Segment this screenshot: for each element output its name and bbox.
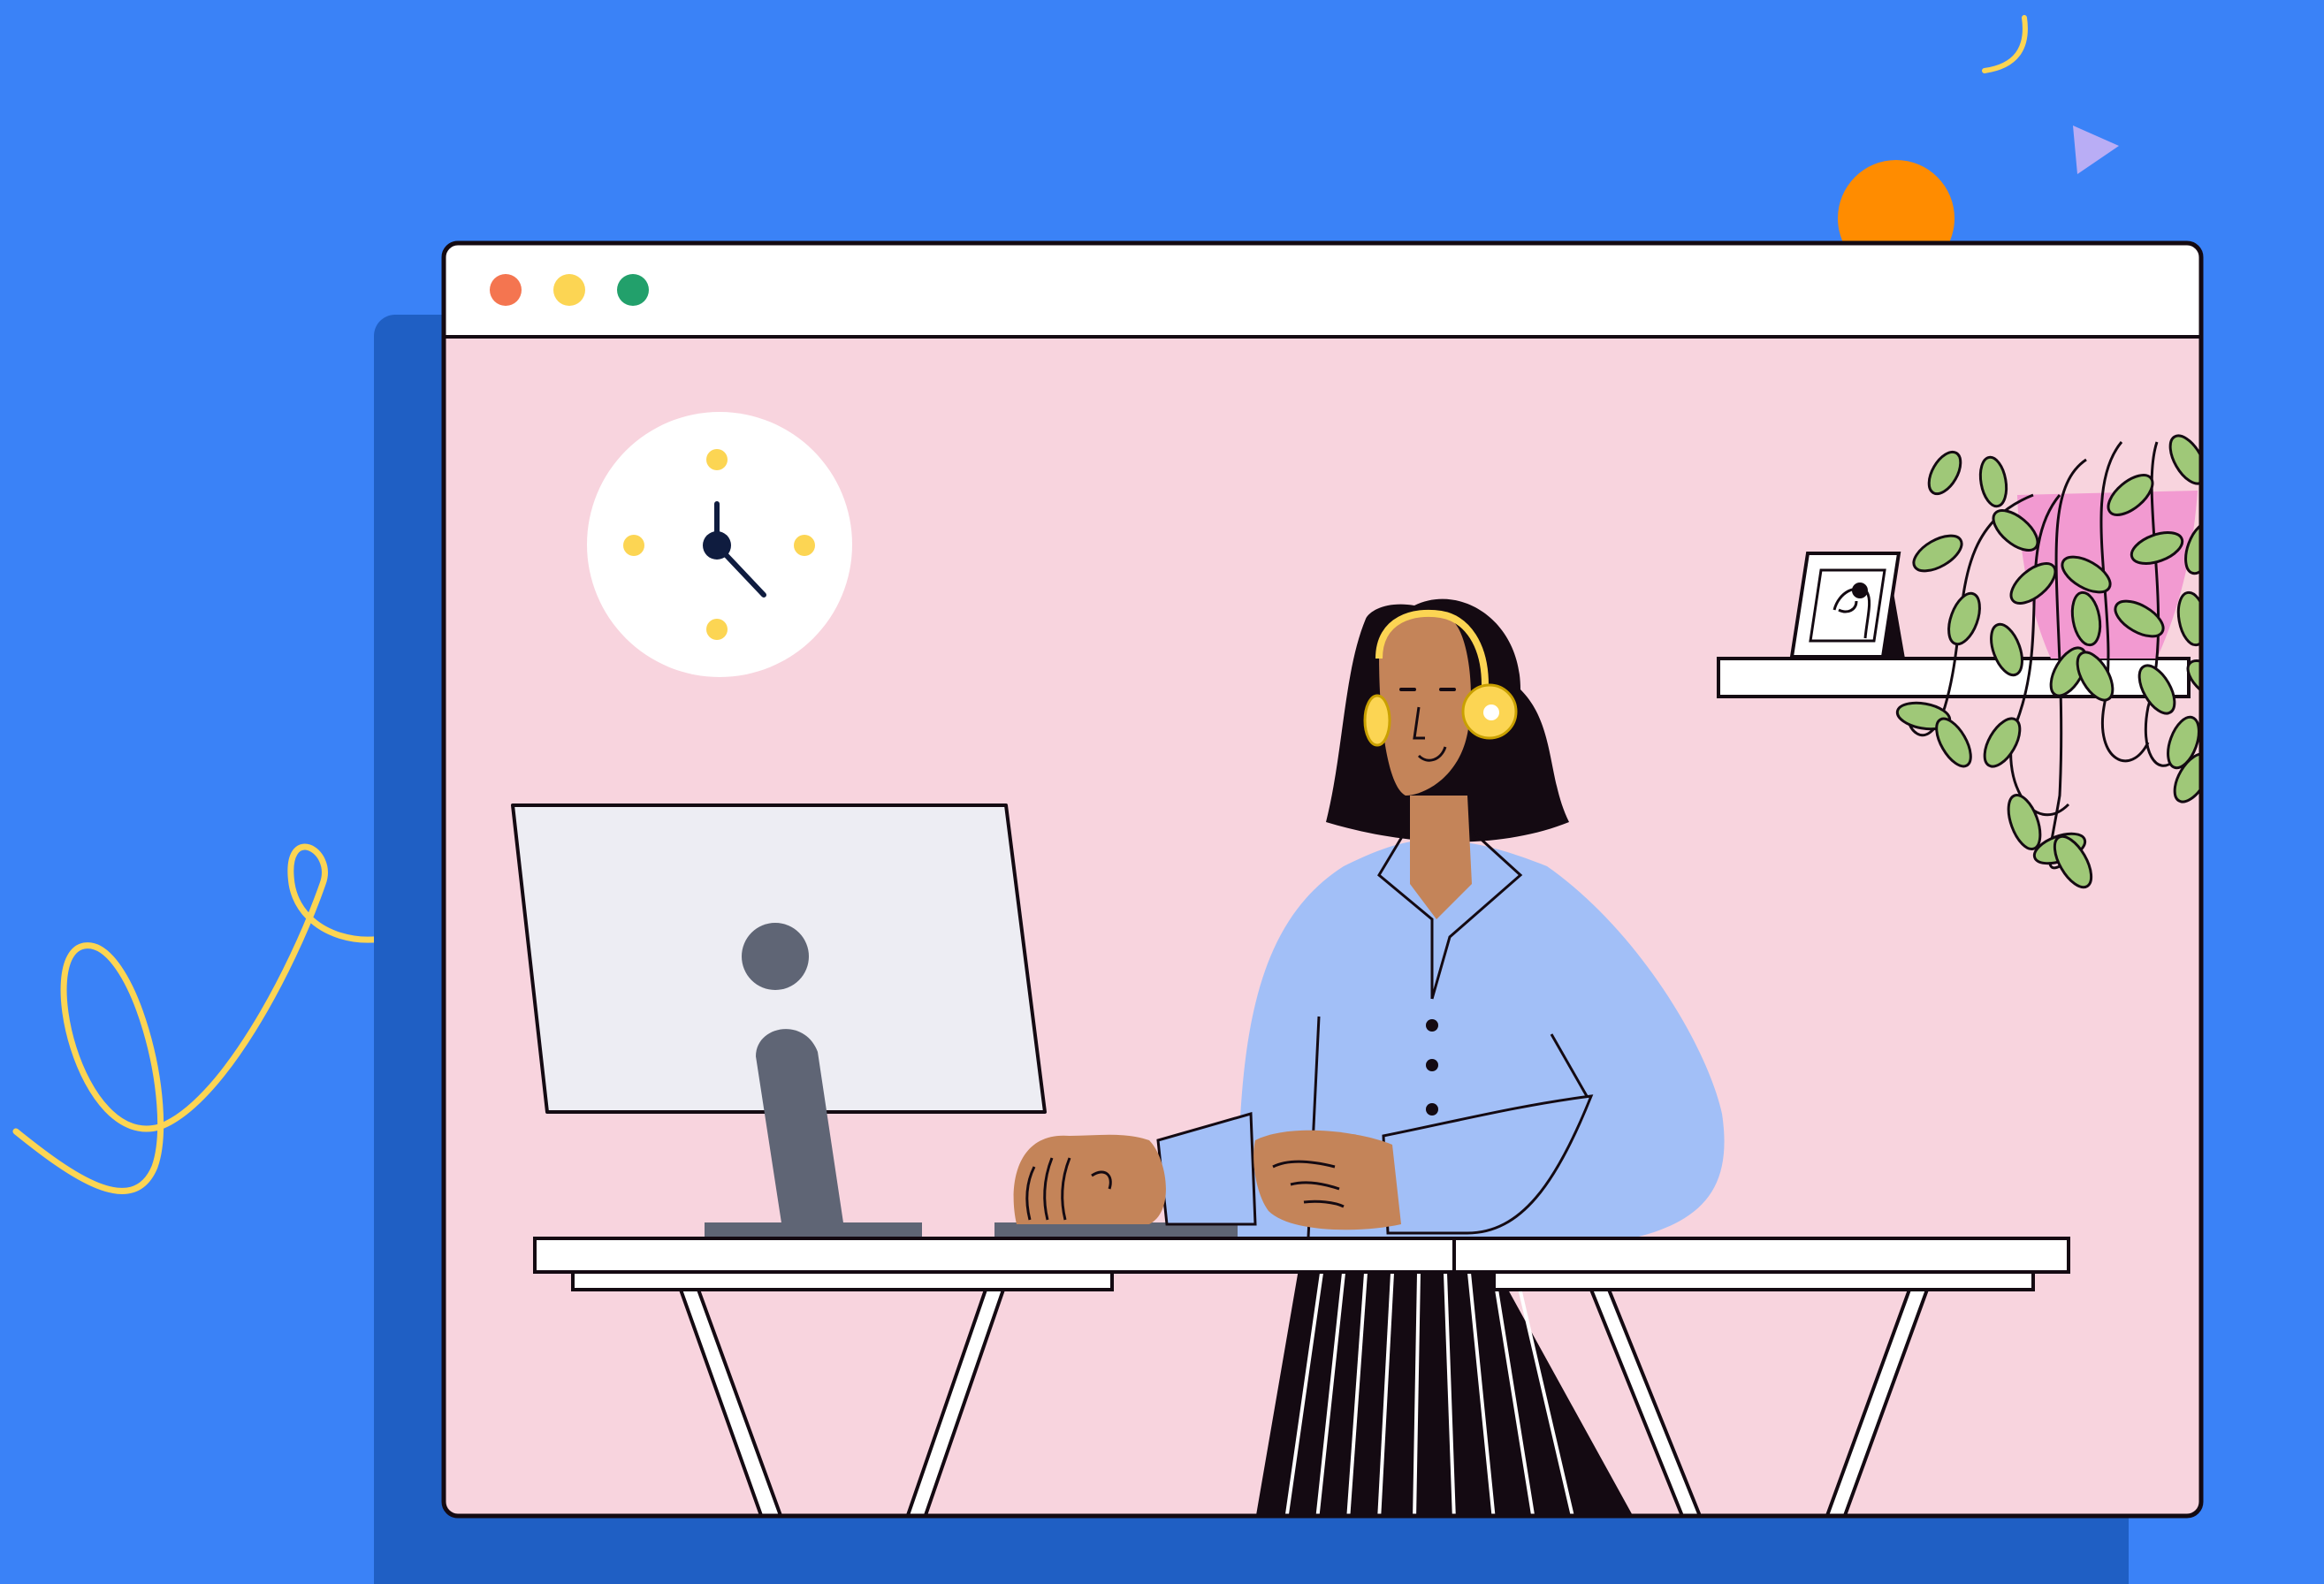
yellow-squiggle-decoration [12, 843, 419, 1194]
yellow-arc-decoration [1982, 15, 2028, 73]
headphone-left-cup [1363, 694, 1391, 747]
clock-marker-9 [623, 535, 644, 556]
purple-triangle-decoration [2073, 126, 2119, 174]
clock-marker-12 [706, 449, 728, 470]
desk-top-left [533, 1237, 1456, 1274]
remote-work-illustration [12, 15, 2204, 1584]
desk-apron-left [571, 1270, 1114, 1291]
left-hand [1013, 1134, 1166, 1224]
clock-center [703, 531, 731, 560]
wall-clock [587, 412, 852, 677]
window-close-button[interactable] [490, 274, 522, 306]
desk-apron-right [1492, 1270, 2035, 1291]
monitor-camera [742, 923, 809, 990]
right-hand [1253, 1130, 1401, 1230]
dog-photo-frame [1789, 552, 1905, 659]
window-maximize-button[interactable] [617, 274, 649, 306]
browser-title-bar [442, 241, 2203, 339]
clock-marker-3 [794, 535, 815, 556]
desk-top-right [1452, 1237, 2070, 1274]
clock-marker-6 [706, 619, 728, 640]
illustration-canvas [0, 0, 2324, 1584]
window-minimize-button[interactable] [553, 274, 585, 306]
